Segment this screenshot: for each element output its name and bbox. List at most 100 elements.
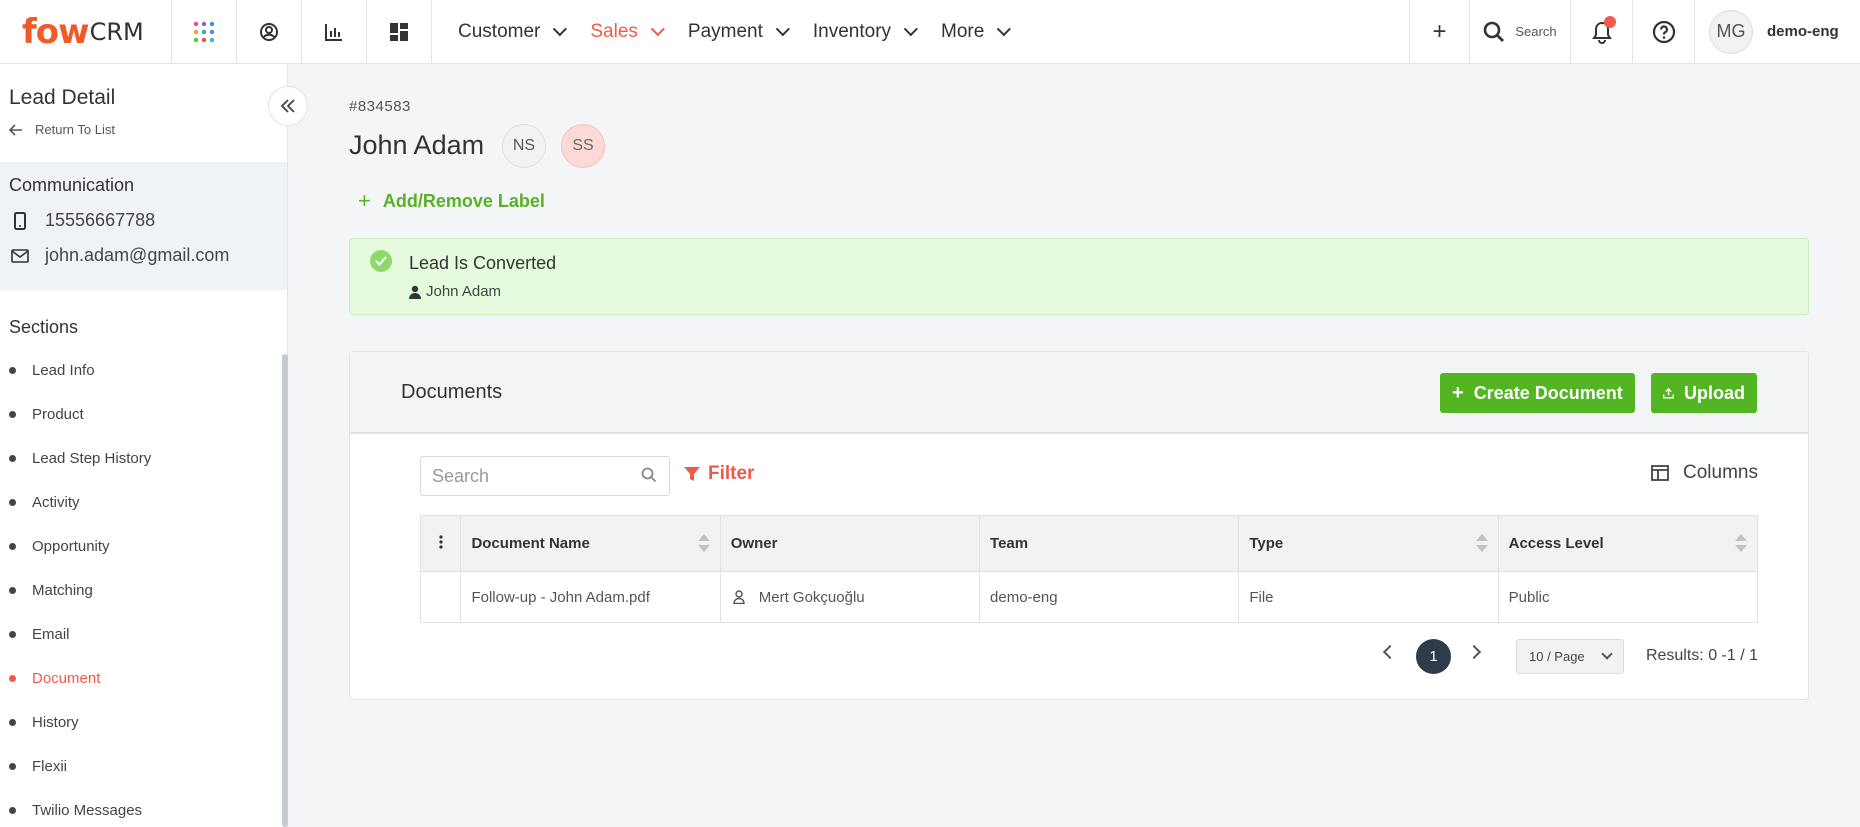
section-product[interactable]: Product — [9, 392, 287, 436]
section-activity[interactable]: Activity — [9, 480, 287, 524]
section-lead-info[interactable]: Lead Info — [9, 348, 287, 392]
cell-owner: Mert Gokçuoğlu — [719, 571, 981, 623]
section-document[interactable]: Document — [9, 656, 287, 700]
cell-access-level: Public — [1497, 571, 1759, 623]
user-circle-icon[interactable] — [237, 0, 302, 64]
add-remove-label-button[interactable]: + Add/Remove Label — [358, 188, 545, 214]
page-number-button[interactable]: 1 — [1416, 639, 1451, 674]
communication-panel: Communication 15556667788 john.adam@gmai… — [0, 162, 287, 290]
bullet-icon — [9, 630, 16, 638]
row-actions-header[interactable] — [419, 515, 462, 572]
sections-list: Lead Info Product Lead Step History Acti… — [0, 338, 287, 827]
bullet-icon — [9, 586, 16, 594]
documents-table: Document Name Owner Team Type Access Lev… — [419, 515, 1759, 623]
email-address: john.adam@gmail.com — [45, 245, 230, 265]
mail-icon — [11, 248, 29, 263]
logo-brand: fow — [22, 11, 90, 52]
email-row[interactable]: john.adam@gmail.com — [9, 245, 278, 266]
create-document-button[interactable]: + Create Document — [1440, 373, 1635, 413]
create-document-label: Create Document — [1473, 382, 1623, 403]
bar-chart-icon[interactable] — [302, 0, 367, 64]
search-input[interactable]: Search — [420, 456, 670, 496]
sort-icon[interactable] — [1475, 534, 1488, 554]
col-access-level[interactable]: Access Level — [1497, 515, 1759, 572]
chevron-down-icon — [650, 21, 665, 36]
chevron-down-icon — [997, 21, 1012, 36]
menu-payment[interactable]: Payment — [688, 21, 790, 43]
section-label: Activity — [32, 493, 80, 511]
notifications-button[interactable] — [1570, 0, 1632, 64]
section-label: Email — [32, 625, 70, 643]
col-label: Access Level — [1508, 535, 1604, 552]
lead-converted-banner: Lead Is Converted John Adam — [349, 238, 1809, 315]
columns-icon — [1651, 465, 1669, 481]
help-button[interactable] — [1632, 0, 1694, 64]
section-label: History — [32, 713, 79, 731]
menu-customer-label: Customer — [458, 20, 541, 42]
col-type[interactable]: Type — [1238, 515, 1499, 572]
col-team[interactable]: Team — [979, 515, 1240, 572]
dashboard-icon[interactable] — [367, 0, 432, 64]
menu-inventory-label: Inventory — [812, 20, 892, 42]
bullet-icon — [9, 806, 16, 814]
user-name: demo-eng — [1767, 23, 1839, 40]
chevron-left-icon[interactable] — [1382, 644, 1398, 660]
col-label: Type — [1249, 535, 1284, 552]
results-count: Results: 0 -1 / 1 — [1645, 647, 1758, 664]
apps-grid-icon[interactable] — [172, 0, 237, 64]
section-matching[interactable]: Matching — [9, 568, 287, 612]
app-logo[interactable]: fow CRM — [0, 0, 172, 64]
table-header-row: Document Name Owner Team Type Access Lev… — [419, 515, 1759, 572]
section-label: Document — [32, 669, 101, 687]
converted-title: Lead Is Converted — [409, 253, 557, 273]
sidebar-scrollbar[interactable] — [282, 354, 288, 827]
sort-icon[interactable] — [1735, 534, 1747, 554]
col-document-name[interactable]: Document Name — [460, 515, 721, 572]
bullet-icon — [9, 366, 16, 374]
cell-type: File — [1238, 571, 1499, 623]
bullet-icon — [9, 542, 16, 550]
sort-icon[interactable] — [697, 534, 710, 554]
columns-button[interactable]: Columns — [1651, 462, 1758, 484]
return-to-list-label: Return To List — [35, 122, 115, 137]
global-search[interactable]: Search — [1469, 0, 1570, 64]
table-row[interactable]: Follow-up - John Adam.pdf Mert Gokçuoğlu… — [419, 571, 1759, 623]
more-vertical-icon — [439, 534, 443, 549]
add-button[interactable]: + — [1409, 0, 1469, 64]
upload-button[interactable]: Upload — [1651, 373, 1757, 413]
cell-team: demo-eng — [979, 571, 1240, 623]
section-twilio-messages[interactable]: Twilio Messages — [9, 788, 287, 827]
chevron-right-icon[interactable] — [1466, 644, 1482, 660]
search-label: Search — [1515, 24, 1557, 39]
plus-icon: + — [1432, 17, 1447, 45]
check-circle-icon — [370, 250, 392, 272]
menu-customer[interactable]: Customer — [458, 20, 568, 43]
menu-sales-label: Sales — [590, 20, 638, 42]
converted-user: John Adam — [409, 283, 501, 300]
section-lead-step-history[interactable]: Lead Step History — [9, 436, 287, 480]
menu-more[interactable]: More — [941, 21, 1012, 43]
section-email[interactable]: Email — [9, 612, 287, 656]
menu-sales[interactable]: Sales — [590, 20, 665, 43]
label-tag-ss[interactable]: SS — [561, 124, 605, 168]
menu-inventory[interactable]: Inventory — [812, 20, 918, 43]
page-size-select[interactable]: 10 / Page — [1516, 639, 1624, 674]
return-to-list-link[interactable]: Return To List — [9, 122, 278, 137]
cell-document-name[interactable]: Follow-up - John Adam.pdf — [460, 571, 721, 623]
lead-id: #834583 — [349, 98, 411, 115]
section-history[interactable]: History — [9, 700, 287, 744]
notification-dot — [1604, 15, 1616, 28]
page-size-value: 10 / Page — [1529, 649, 1585, 664]
filter-button[interactable]: Filter — [684, 463, 754, 485]
phone-row[interactable]: 15556667788 — [9, 210, 278, 231]
label-tag-ns[interactable]: NS — [502, 124, 546, 168]
user-menu[interactable]: MG demo-eng — [1694, 0, 1860, 64]
collapse-sidebar-button[interactable] — [268, 86, 308, 126]
search-placeholder: Search — [432, 465, 490, 486]
row-actions-cell[interactable] — [419, 571, 462, 623]
section-opportunity[interactable]: Opportunity — [9, 524, 287, 568]
col-owner[interactable]: Owner — [719, 515, 981, 572]
section-label: Lead Step History — [32, 449, 152, 467]
communication-title: Communication — [9, 175, 135, 195]
section-flexii[interactable]: Flexii — [9, 744, 287, 788]
